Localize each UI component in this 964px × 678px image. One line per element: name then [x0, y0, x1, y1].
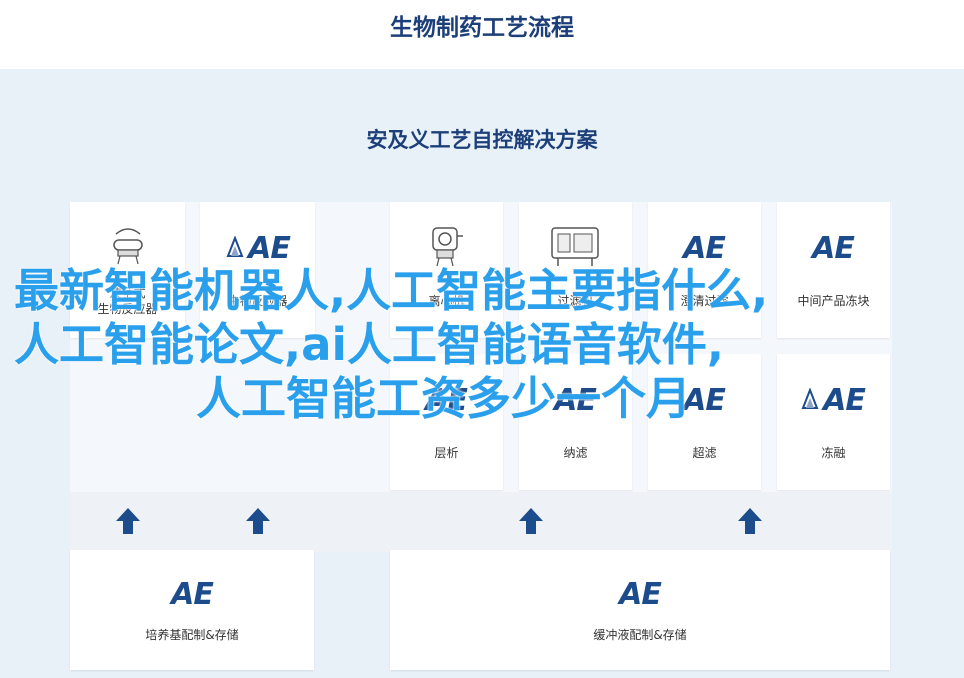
- card-freeze-thaw: AE 冻融: [777, 354, 890, 490]
- overlay-line: 人工智能工资多少一个月: [196, 372, 692, 425]
- overlay-line: 最新智能机器人,人工智能主要指什么,: [14, 264, 769, 317]
- card-buffer-prep: AE 缓冲液配制&存储: [390, 550, 890, 670]
- panel-title: 安及义工艺自控解决方案: [366, 128, 598, 152]
- ae-logo-icon: AE: [212, 230, 304, 266]
- up-arrow-icon: [738, 508, 762, 536]
- overlay-line: 人工智能论文,ai人工智能语音软件,: [14, 318, 724, 371]
- ae-logo-icon: AE: [171, 576, 214, 612]
- up-arrow-icon: [519, 508, 543, 536]
- card-label: 纳滤: [563, 446, 588, 460]
- card-label: 培养基配制&存储: [145, 628, 239, 642]
- arrow-band: [70, 492, 892, 552]
- card-label: 超滤: [692, 446, 717, 460]
- card-label: 缓冲液配制&存储: [593, 628, 687, 642]
- ae-logo-icon: AE: [683, 230, 726, 266]
- card-label: 中间产品冻块: [797, 294, 870, 308]
- ae-logo-icon: AE: [787, 382, 879, 418]
- page-title: 生物制药工艺流程: [390, 15, 574, 41]
- card-intermediate-freeze: AE 中间产品冻块: [777, 202, 890, 338]
- ae-logo-icon: AE: [619, 576, 662, 612]
- ae-logo-icon: AE: [812, 230, 855, 266]
- card-media-prep: AE 培养基配制&存储: [70, 550, 314, 670]
- card-label: 冻融: [821, 446, 846, 460]
- bioreactor-icon: [113, 228, 143, 265]
- card-label: 层析: [434, 446, 459, 460]
- up-arrow-icon: [116, 508, 140, 536]
- up-arrow-icon: [246, 508, 270, 536]
